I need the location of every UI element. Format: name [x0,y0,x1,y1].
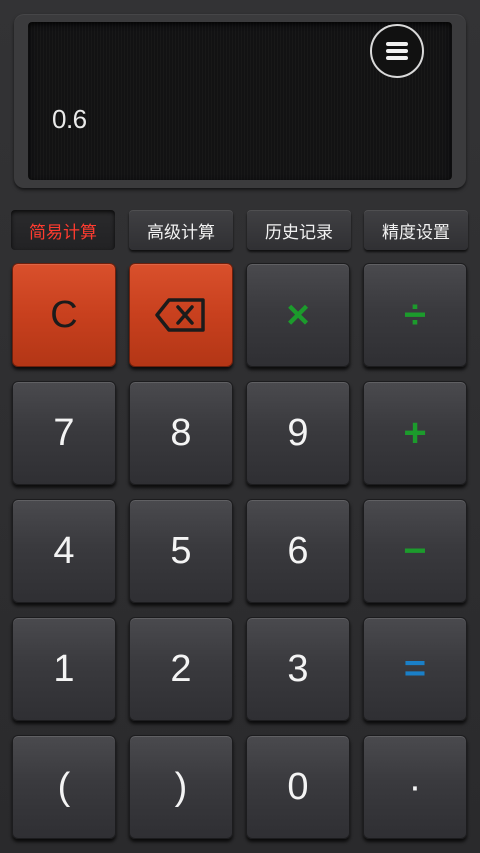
plus-label: + [403,411,427,455]
digit-2-label: 2 [170,648,192,690]
close-paren-label: ) [174,766,188,808]
tab-simple-calc[interactable]: 简易计算 [11,210,115,250]
clear-button[interactable]: C [12,263,116,367]
digit-6-label: 6 [287,530,309,572]
digit-5-label: 5 [170,530,192,572]
menu-button[interactable] [370,24,424,78]
equals-button[interactable]: = [363,617,467,721]
digit-1-label: 1 [53,648,75,690]
multiply-button[interactable]: × [246,263,350,367]
digit-4-label: 4 [53,530,75,572]
digit-8-label: 8 [170,412,192,454]
hamburger-menu-icon [386,42,408,60]
equals-label: = [403,648,427,690]
backspace-icon [155,298,205,332]
decimal-label: · [408,766,422,808]
display-value: 0.6 [52,104,87,134]
plus-button[interactable]: + [363,381,467,485]
divide-button[interactable]: ÷ [363,263,467,367]
tab-history[interactable]: 历史记录 [247,210,351,250]
minus-label: − [403,529,427,573]
digit-3-label: 3 [287,648,309,690]
minus-button[interactable]: − [363,499,467,603]
digit-8-button[interactable]: 8 [129,381,233,485]
calculator-app: 0.6 简易计算 高级计算 历史记录 精度设置 C × ÷ 7 8 9 + 4 … [0,0,480,853]
clear-label: C [50,294,78,336]
multiply-label: × [286,293,310,337]
digit-7-button[interactable]: 7 [12,381,116,485]
digit-9-label: 9 [287,412,309,454]
backspace-button[interactable] [129,263,233,367]
display-frame: 0.6 [14,14,466,188]
digit-1-button[interactable]: 1 [12,617,116,721]
digit-6-button[interactable]: 6 [246,499,350,603]
divide-label: ÷ [404,293,426,337]
tab-advanced-calc[interactable]: 高级计算 [129,210,233,250]
digit-5-button[interactable]: 5 [129,499,233,603]
digit-9-button[interactable]: 9 [246,381,350,485]
digit-2-button[interactable]: 2 [129,617,233,721]
digit-7-label: 7 [53,412,75,454]
open-paren-button[interactable]: ( [12,735,116,839]
open-paren-label: ( [57,766,71,808]
digit-0-button[interactable]: 0 [246,735,350,839]
digit-4-button[interactable]: 4 [12,499,116,603]
digit-0-label: 0 [287,766,309,808]
digit-3-button[interactable]: 3 [246,617,350,721]
mode-tabs: 简易计算 高级计算 历史记录 精度设置 [11,210,469,250]
tab-precision-settings[interactable]: 精度设置 [364,210,468,250]
close-paren-button[interactable]: ) [129,735,233,839]
decimal-button[interactable]: · [363,735,467,839]
